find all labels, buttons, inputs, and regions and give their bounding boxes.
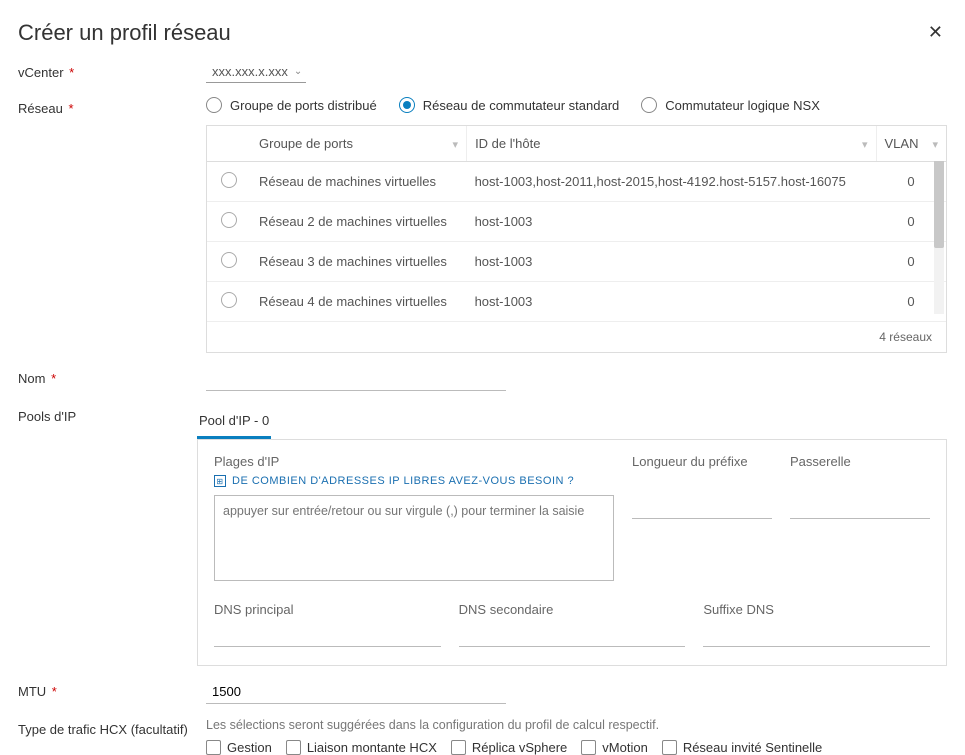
table-row[interactable]: Réseau 2 de machines virtuelles host-100… — [207, 202, 946, 242]
col-host[interactable]: ID de l'hôte▾ — [467, 126, 876, 162]
tab-pool-0[interactable]: Pool d'IP - 0 — [197, 405, 271, 439]
check-sentinel[interactable]: Réseau invité Sentinelle — [662, 740, 822, 755]
dns-primary-label: DNS principal — [214, 602, 441, 617]
vcenter-select[interactable]: xxx.xxx.x.xxx ⌄ — [206, 61, 306, 83]
table-footer: 4 réseaux — [207, 321, 946, 352]
check-management[interactable]: Gestion — [206, 740, 272, 755]
traffic-label: Type de trafic HCX (facultatif) — [18, 718, 206, 737]
dns-primary-input[interactable] — [214, 623, 441, 647]
radio-nsx[interactable]: Commutateur logique NSX — [641, 97, 820, 113]
gateway-input[interactable] — [790, 495, 930, 519]
filter-icon[interactable]: ▾ — [453, 138, 459, 151]
filter-icon[interactable]: ▾ — [932, 138, 938, 151]
filter-icon[interactable]: ▾ — [862, 138, 868, 151]
gateway-label: Passerelle — [790, 454, 930, 469]
mtu-input[interactable] — [206, 680, 506, 704]
row-radio[interactable] — [221, 252, 237, 268]
check-replica[interactable]: Réplica vSphere — [451, 740, 567, 755]
prefix-input[interactable] — [632, 495, 772, 519]
check-uplink[interactable]: Liaison montante HCX — [286, 740, 437, 755]
vcenter-label: vCenter * — [18, 61, 206, 80]
radio-standard[interactable]: Réseau de commutateur standard — [399, 97, 620, 113]
prefix-label: Longueur du préfixe — [632, 454, 772, 469]
col-group[interactable]: Groupe de ports▾ — [251, 126, 467, 162]
calculator-icon: ⊞ — [214, 475, 226, 487]
chevron-down-icon: ⌄ — [294, 66, 302, 77]
name-input[interactable] — [206, 367, 506, 391]
dns-secondary-input[interactable] — [459, 623, 686, 647]
row-radio[interactable] — [221, 172, 237, 188]
pools-label: Pools d'IP — [18, 405, 197, 424]
network-label: Réseau * — [18, 97, 206, 116]
network-table: Groupe de ports▾ ID de l'hôte▾ VLAN▾ Rés… — [206, 125, 947, 353]
row-radio[interactable] — [221, 212, 237, 228]
ip-ranges-input[interactable] — [214, 495, 614, 581]
check-vmotion[interactable]: vMotion — [581, 740, 648, 755]
table-row[interactable]: Réseau de machines virtuelles host-1003,… — [207, 162, 946, 202]
dns-suffix-label: Suffixe DNS — [703, 602, 930, 617]
close-icon[interactable]: ✕ — [924, 18, 947, 47]
ranges-label: Plages d'IP — [214, 454, 614, 469]
name-label: Nom * — [18, 367, 206, 386]
radio-distributed[interactable]: Groupe de ports distribué — [206, 97, 377, 113]
page-title: Créer un profil réseau — [18, 20, 231, 46]
mtu-label: MTU * — [18, 680, 206, 699]
table-row[interactable]: Réseau 4 de machines virtuelles host-100… — [207, 282, 946, 322]
row-radio[interactable] — [221, 292, 237, 308]
traffic-hint: Les sélections seront suggérées dans la … — [206, 718, 947, 732]
table-row[interactable]: Réseau 3 de machines virtuelles host-100… — [207, 242, 946, 282]
col-vlan[interactable]: VLAN▾ — [876, 126, 946, 162]
dns-secondary-label: DNS secondaire — [459, 602, 686, 617]
dns-suffix-input[interactable] — [703, 623, 930, 647]
ip-calculator-link[interactable]: ⊞ DE COMBIEN D'ADRESSES IP LIBRES AVEZ-V… — [214, 475, 614, 487]
